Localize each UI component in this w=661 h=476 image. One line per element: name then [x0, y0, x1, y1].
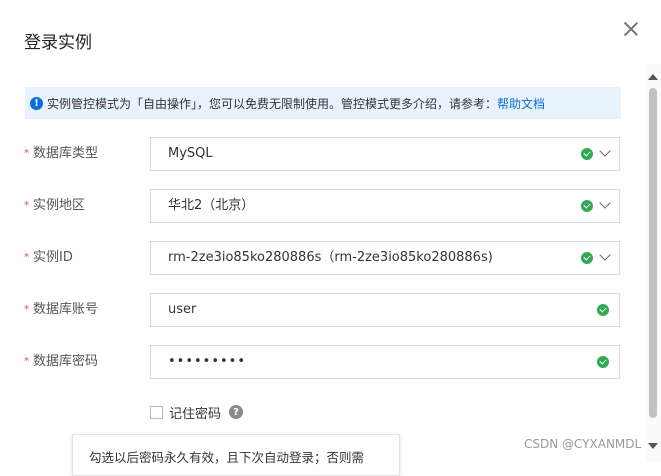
check-icon	[581, 252, 593, 264]
scrollbar[interactable]	[646, 64, 661, 461]
form-row-password: * 数据库密码 •••••••••	[24, 345, 624, 379]
notice-banner: ! 实例管控模式为「自由操作」，您可以免费无限制使用。管控模式更多介绍，请参考：…	[25, 87, 621, 119]
account-value: user	[168, 302, 197, 317]
tooltip-text: 勾选以后密码永久有效，且下次自动登录；否则需	[89, 450, 365, 465]
scroll-up-icon[interactable]	[648, 74, 658, 80]
db-type-label: * 数据库类型	[24, 146, 99, 161]
scroll-down-icon[interactable]	[648, 443, 658, 449]
remember-password-checkbox[interactable]	[150, 405, 163, 419]
password-input[interactable]: •••••••••	[150, 345, 620, 379]
required-mark: *	[24, 148, 29, 159]
notice-text: 实例管控模式为「自由操作」，您可以免费无限制使用。管控模式更多介绍，请参考：	[47, 96, 498, 111]
instance-id-label: * 实例ID	[24, 250, 73, 265]
login-instance-dialog: 登录实例 ! 实例管控模式为「自由操作」，您可以免费无限制使用。管控模式更多介绍…	[0, 0, 661, 476]
required-mark: *	[24, 252, 29, 263]
db-type-value: MySQL	[168, 146, 213, 161]
check-icon	[581, 200, 593, 212]
instance-id-value: rm-2ze3io85ko280886s（rm-2ze3io85ko280886…	[168, 250, 493, 265]
form-row-account: * 数据库账号 user	[24, 293, 624, 327]
db-type-select[interactable]: MySQL	[150, 137, 620, 171]
help-icon[interactable]: ?	[229, 405, 244, 419]
remember-password: 记住密码 ?	[150, 402, 244, 422]
watermark: CSDN @CYXANMDL	[524, 437, 642, 451]
check-icon	[597, 356, 609, 368]
region-select[interactable]: 华北2（北京）	[150, 189, 620, 223]
account-input[interactable]: user	[150, 293, 620, 327]
dialog-title: 登录实例	[24, 33, 92, 53]
required-mark: *	[24, 356, 29, 367]
chevron-down-icon[interactable]	[599, 145, 611, 157]
check-icon	[581, 148, 593, 160]
scroll-thumb[interactable]	[649, 88, 657, 418]
region-value: 华北2（北京）	[168, 198, 255, 213]
account-label: * 数据库账号	[24, 302, 99, 317]
help-doc-link[interactable]: 帮助文档	[497, 95, 545, 112]
form-row-db-type: * 数据库类型 MySQL	[24, 137, 624, 171]
chevron-down-icon[interactable]	[599, 197, 611, 209]
remember-password-label[interactable]: 记住密码	[169, 403, 221, 422]
remember-tooltip: 勾选以后密码永久有效，且下次自动登录；否则需	[72, 434, 400, 476]
check-icon	[597, 304, 609, 316]
chevron-down-icon[interactable]	[599, 249, 611, 261]
required-mark: *	[24, 304, 29, 315]
password-label: * 数据库密码	[24, 354, 99, 369]
required-mark: *	[24, 200, 29, 211]
close-icon[interactable]	[620, 18, 642, 40]
form-row-region: * 实例地区 华北2（北京）	[24, 189, 624, 223]
info-icon: !	[30, 96, 43, 110]
instance-id-select[interactable]: rm-2ze3io85ko280886s（rm-2ze3io85ko280886…	[150, 241, 620, 275]
password-value: •••••••••	[168, 354, 247, 369]
region-label: * 实例地区	[24, 198, 86, 213]
form-row-instance-id: * 实例ID rm-2ze3io85ko280886s（rm-2ze3io85ko…	[24, 241, 624, 275]
